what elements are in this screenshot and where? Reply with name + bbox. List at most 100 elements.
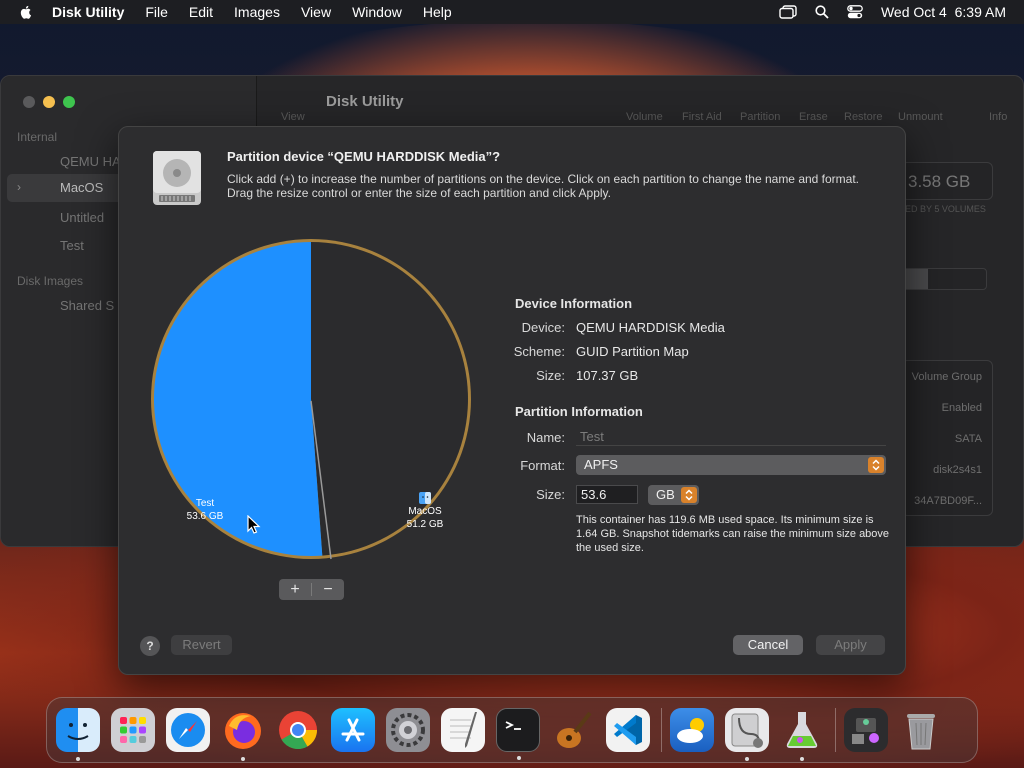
dock [46, 697, 978, 763]
size-unit-popup[interactable]: GB [648, 485, 699, 505]
capacity-subtitle: ED BY 5 VOLUMES [905, 204, 986, 214]
minimize-button[interactable] [43, 96, 55, 108]
info-row-type: Volume Group [911, 371, 982, 383]
info-row-enabled: Enabled [941, 402, 982, 414]
popup-chevron-icon [681, 487, 697, 503]
window-title: Disk Utility [326, 93, 404, 110]
dock-separator [835, 708, 836, 752]
pie-label-test-name: Test [195, 498, 215, 509]
finder-volume-icon [419, 492, 431, 504]
sidebar-item-untitled[interactable]: Untitled [60, 210, 104, 225]
control-center-icon[interactable] [847, 5, 863, 19]
dialog-description: Click add (+) to increase the number of … [227, 172, 860, 200]
dock-vscode-icon[interactable] [606, 708, 650, 752]
dock-finder-icon[interactable] [56, 708, 100, 761]
zoom-button[interactable] [63, 96, 75, 108]
sidebar-item-macos: MacOS [60, 180, 104, 195]
toolbar-restore[interactable]: Restore [844, 111, 883, 123]
menu-images[interactable]: Images [234, 4, 280, 20]
menubar: Disk Utility File Edit Images View Windo… [0, 0, 1024, 24]
traffic-lights [23, 96, 75, 108]
apple-icon[interactable] [18, 4, 34, 20]
toolbar-partition[interactable]: Partition [740, 111, 780, 123]
pie-label-macos-size: 51.2 GB [406, 519, 444, 530]
menu-app-name[interactable]: Disk Utility [52, 4, 124, 20]
info-row-connection: SATA [954, 433, 982, 445]
dock-launchpad-icon[interactable] [111, 708, 155, 752]
window-stack-icon[interactable] [779, 5, 797, 19]
dock-garageband-icon[interactable] [551, 708, 595, 752]
toolbar-volume[interactable]: Volume [626, 111, 663, 123]
dock-system-settings-icon[interactable] [386, 708, 430, 752]
hard-disk-icon [153, 151, 201, 205]
dock-app-store-icon[interactable] [331, 708, 375, 752]
menu-file[interactable]: File [145, 4, 168, 20]
menubar-clock[interactable]: Wed Oct 4 6:39 AM [881, 4, 1006, 20]
device-value: QEMU HARDDISK Media [576, 320, 725, 335]
format-label: Format: [520, 458, 565, 473]
name-label: Name: [526, 430, 565, 445]
dock-instruments-icon[interactable] [780, 708, 824, 761]
pie-label-test-size: 53.6 GB [186, 511, 224, 522]
remove-partition-button[interactable]: − [312, 580, 344, 600]
partition-size-label: Size: [536, 487, 565, 502]
apply-button[interactable]: Apply [816, 635, 885, 655]
mouse-cursor-icon [247, 515, 261, 534]
cancel-button[interactable]: Cancel [733, 635, 803, 655]
toolbar-view[interactable]: View [281, 111, 305, 123]
info-row-device: disk2s4s1 [933, 464, 982, 476]
add-remove-partition-control: + − [279, 579, 344, 600]
sidebar-item-test[interactable]: Test [60, 238, 84, 253]
pie-label-macos: MacOS 51.2 GB [385, 492, 465, 531]
menu-help[interactable]: Help [423, 4, 452, 20]
container-size-note: This container has 119.6 MB used space. … [576, 514, 890, 554]
size-unit-value: GB [656, 487, 675, 502]
partition-name-field[interactable]: Test [576, 426, 886, 446]
menu-window[interactable]: Window [352, 4, 402, 20]
capacity-value: 3.58 GB [908, 172, 971, 191]
partition-size-field[interactable]: 53.6 [576, 485, 638, 504]
dock-trash-icon[interactable] [899, 708, 943, 752]
dock-downloads-stack-icon[interactable] [844, 708, 888, 752]
partition-pie-chart[interactable]: MacOS 51.2 GB Test 53.6 GB [149, 237, 473, 561]
device-info-heading: Device Information [515, 296, 633, 311]
format-value: APFS [584, 457, 618, 472]
spotlight-search-icon[interactable] [815, 5, 829, 19]
device-size-label: Size: [536, 368, 565, 383]
toolbar-unmount[interactable]: Unmount [898, 111, 943, 123]
popup-chevron-icon [868, 457, 884, 473]
close-button[interactable] [23, 96, 35, 108]
menu-edit[interactable]: Edit [189, 4, 213, 20]
dock-separator [661, 708, 662, 752]
format-popup[interactable]: APFS [576, 455, 886, 475]
dock-safari-icon[interactable] [166, 708, 210, 752]
toolbar-first-aid[interactable]: First Aid [682, 111, 722, 123]
dock-terminal-icon[interactable] [496, 708, 540, 760]
partition-dialog: Partition device “QEMU HARDDISK Media”? … [118, 126, 906, 675]
pie-label-macos-name: MacOS [408, 506, 442, 517]
menu-view[interactable]: View [301, 4, 331, 20]
help-button[interactable]: ? [140, 636, 160, 656]
device-label: Device: [521, 320, 565, 335]
toolbar-erase[interactable]: Erase [799, 111, 828, 123]
usage-bar [901, 268, 987, 290]
device-size-value: 107.37 GB [576, 368, 639, 383]
scheme-value: GUID Partition Map [576, 344, 689, 359]
revert-button[interactable]: Revert [171, 635, 232, 655]
dialog-title: Partition device “QEMU HARDDISK Media”? [227, 149, 501, 164]
sidebar-item-qemu[interactable]: QEMU HA [60, 154, 121, 169]
dock-disk-utility-icon[interactable] [725, 708, 769, 761]
sidebar-item-shared[interactable]: Shared S [60, 298, 114, 313]
dock-textedit-icon[interactable] [441, 708, 485, 752]
chevron-right-icon[interactable]: › [17, 180, 21, 194]
partition-info-heading: Partition Information [515, 404, 643, 419]
toolbar-info[interactable]: Info [989, 111, 1007, 123]
scheme-label: Scheme: [513, 344, 565, 359]
dock-firefox-icon[interactable] [221, 708, 265, 761]
dock-weather-icon[interactable] [670, 708, 714, 752]
info-row-uuid: 34A7BD09F... [914, 495, 982, 507]
info-table: Volume Group Enabled SATA disk2s4s1 34A7… [901, 360, 993, 516]
pie-label-test: Test 53.6 GB [165, 497, 245, 523]
add-partition-button[interactable]: + [279, 580, 311, 600]
dock-chrome-icon[interactable] [276, 708, 320, 752]
